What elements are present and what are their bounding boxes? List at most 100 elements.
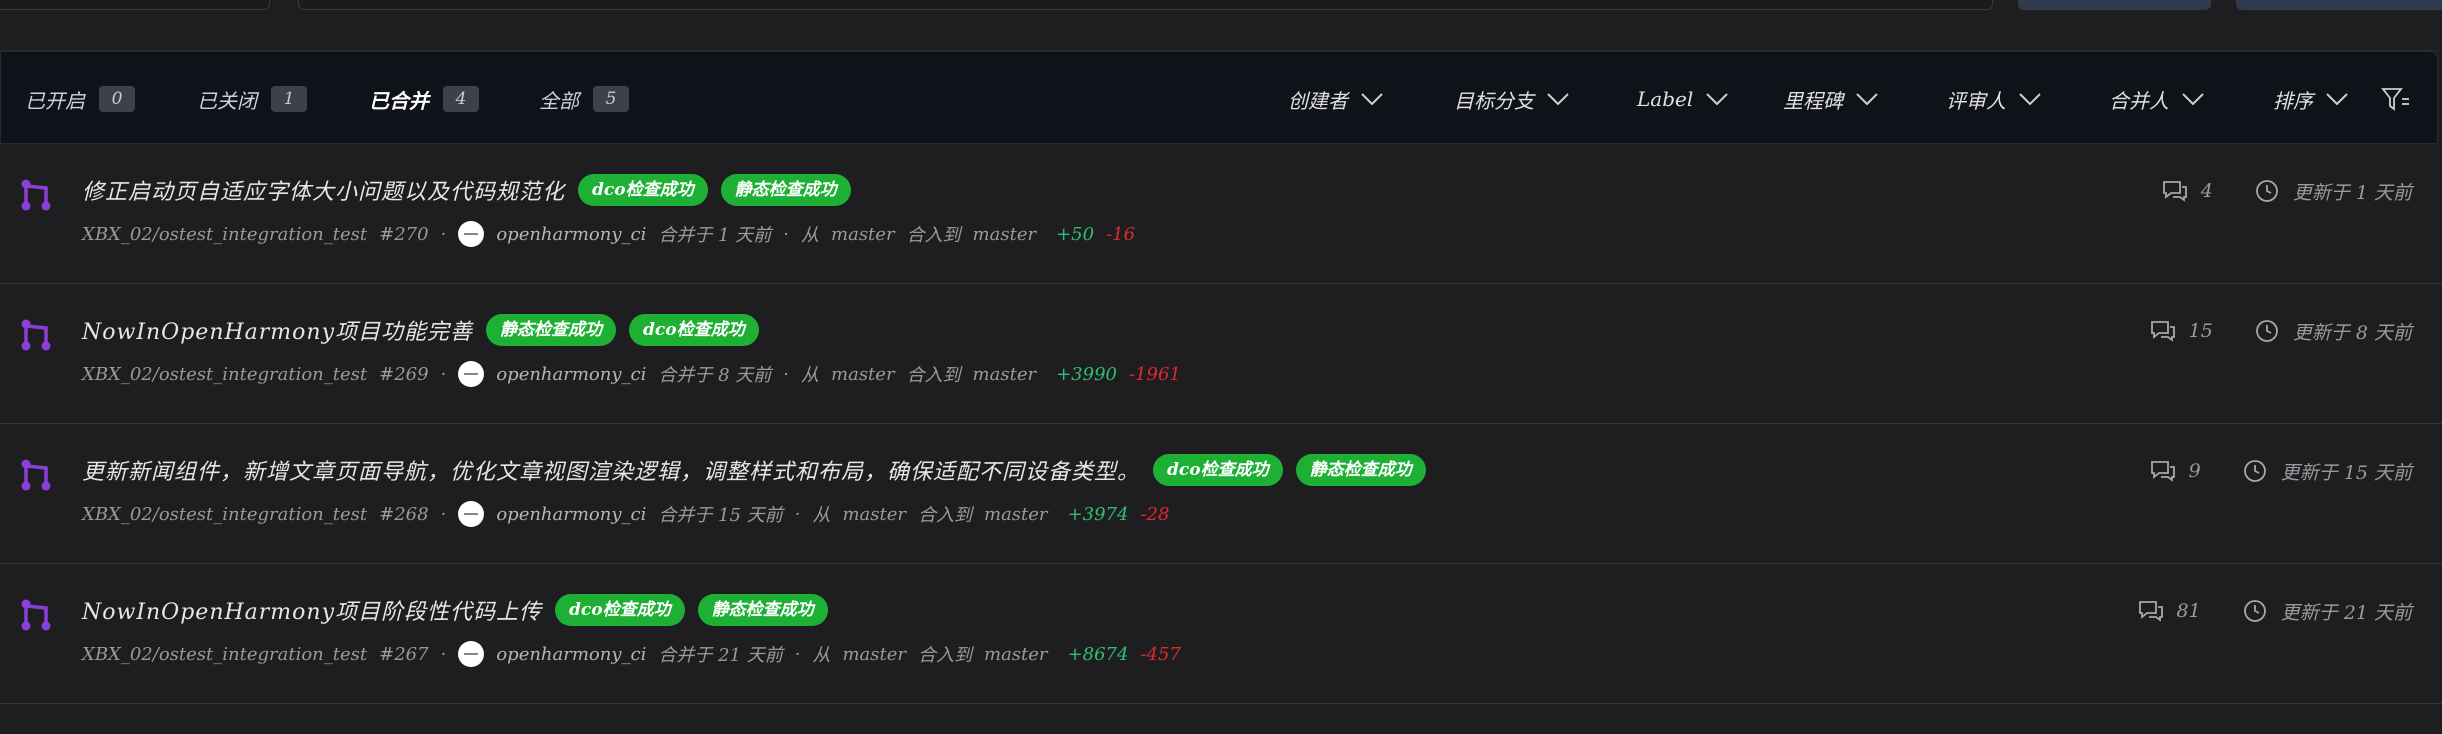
tab-merged[interactable]: 已合并 4 — [369, 84, 479, 114]
pr-number[interactable]: #270 — [379, 224, 428, 245]
merged-pr-icon — [21, 179, 51, 211]
additions: +8674 — [1067, 643, 1129, 665]
pr-title-line: NowInOpenHarmony项目阶段性代码上传 dco检查成功 静态检查成功 — [82, 590, 828, 630]
filter-label-dropdown[interactable]: Label — [1637, 84, 1729, 114]
comment-count[interactable]: 9 — [2149, 457, 2201, 485]
toolbar-button-1[interactable] — [2018, 0, 2211, 10]
separator: · — [794, 643, 801, 665]
pr-stats: 4 更新于 1 天前 — [2161, 176, 2412, 206]
chevron-down-icon — [2326, 93, 2348, 106]
merged-time: 合并于 21 天前 — [658, 645, 783, 666]
avatar[interactable] — [458, 501, 485, 527]
filter-author-dropdown[interactable]: 创建者 — [1288, 84, 1384, 114]
target-branch: master — [972, 363, 1037, 385]
additions: +3974 — [1067, 503, 1129, 525]
tab-count: 0 — [99, 86, 135, 112]
comment-count[interactable]: 4 — [2161, 177, 2213, 205]
comment-count[interactable]: 15 — [2149, 317, 2213, 345]
comment-icon — [2150, 321, 2175, 342]
tab-all[interactable]: 全部 5 — [539, 84, 629, 114]
clock-icon — [2255, 320, 2278, 342]
comment-count-value: 4 — [2200, 180, 2213, 202]
avatar[interactable] — [458, 221, 485, 247]
ci-badge: dco检查成功 — [578, 174, 708, 206]
chevron-down-icon — [1706, 93, 1728, 106]
pr-row[interactable]: 更新新闻组件，新增文章页面导航，优化文章视图渲染逻辑，调整样式和布局，确保适配不… — [0, 424, 2442, 564]
separator: · — [783, 223, 790, 245]
pr-title-line: 更新新闻组件，新增文章页面导航，优化文章视图渲染逻辑，调整样式和布局，确保适配不… — [82, 450, 1426, 490]
filter-milestone-dropdown[interactable]: 里程碑 — [1783, 84, 1879, 114]
pr-title-line: 修正启动页自适应字体大小问题以及代码规范化 dco检查成功 静态检查成功 — [82, 170, 851, 210]
from-label: 从 — [801, 365, 820, 386]
avatar[interactable] — [458, 641, 485, 667]
separator: · — [440, 503, 447, 525]
pr-meta: XBX_02/ostest_integration_test #269 · op… — [82, 359, 1181, 389]
into-label: 合入到 — [906, 225, 961, 246]
dropdown-label: 里程碑 — [1783, 88, 1843, 113]
filter-target-branch-dropdown[interactable]: 目标分支 — [1454, 84, 1570, 114]
comment-icon — [2162, 181, 2187, 202]
scope-select[interactable] — [0, 0, 270, 10]
user-link[interactable]: openharmony_ci — [496, 364, 646, 385]
user-link[interactable]: openharmony_ci — [496, 224, 646, 245]
separator: · — [794, 503, 801, 525]
updated-time-text: 更新于 8 天前 — [2292, 321, 2412, 344]
avatar[interactable] — [458, 361, 485, 387]
source-branch: master — [831, 223, 895, 245]
into-label: 合入到 — [918, 505, 972, 526]
search-input[interactable] — [298, 0, 1993, 10]
filter-icon[interactable] — [2381, 84, 2411, 114]
ci-badge: dco检查成功 — [1153, 454, 1283, 486]
tab-label: 已合并 — [369, 88, 429, 113]
pr-row[interactable]: NowInOpenHarmony项目功能完善 静态检查成功 dco检查成功 XB… — [0, 284, 2442, 424]
comment-count-value: 9 — [2188, 460, 2201, 482]
pr-stats: 81 更新于 21 天前 — [2137, 596, 2412, 626]
repo-link[interactable]: XBX_02/ostest_integration_test — [82, 364, 367, 385]
pr-title-line: NowInOpenHarmony项目功能完善 静态检查成功 dco检查成功 — [82, 310, 759, 350]
from-label: 从 — [812, 645, 831, 666]
tab-open[interactable]: 已开启 0 — [25, 84, 135, 114]
tab-closed[interactable]: 已关闭 1 — [197, 84, 307, 114]
into-label: 合入到 — [918, 645, 972, 666]
repo-link[interactable]: XBX_02/ostest_integration_test — [82, 644, 367, 665]
repo-link[interactable]: XBX_02/ostest_integration_test — [82, 224, 367, 245]
pr-number[interactable]: #269 — [379, 364, 428, 385]
comment-count[interactable]: 81 — [2137, 597, 2201, 625]
from-label: 从 — [801, 225, 820, 246]
pr-title[interactable]: NowInOpenHarmony项目阶段性代码上传 — [82, 594, 542, 626]
target-branch: master — [984, 643, 1048, 665]
pr-title[interactable]: 更新新闻组件，新增文章页面导航，优化文章视图渲染逻辑，调整样式和布局，确保适配不… — [82, 454, 1140, 486]
pr-title[interactable]: NowInOpenHarmony项目功能完善 — [82, 314, 473, 346]
pr-number[interactable]: #268 — [379, 504, 428, 525]
pr-title[interactable]: 修正启动页自适应字体大小问题以及代码规范化 — [82, 174, 565, 206]
comment-icon — [2150, 461, 2175, 482]
dropdown-label: 排序 — [2273, 88, 2313, 113]
pr-row[interactable]: NowInOpenHarmony项目阶段性代码上传 dco检查成功 静态检查成功… — [0, 564, 2442, 704]
updated-time: 更新于 1 天前 — [2253, 177, 2412, 205]
pr-row[interactable]: 修正启动页自适应字体大小问题以及代码规范化 dco检查成功 静态检查成功 XBX… — [0, 144, 2442, 284]
tab-count: 1 — [271, 86, 307, 112]
user-link[interactable]: openharmony_ci — [496, 644, 646, 665]
clock-icon — [2255, 180, 2278, 202]
filter-merger-dropdown[interactable]: 合并人 — [2109, 84, 2205, 114]
updated-time: 更新于 21 天前 — [2241, 597, 2412, 625]
pr-number[interactable]: #267 — [379, 644, 428, 665]
user-link[interactable]: openharmony_ci — [496, 504, 646, 525]
pr-stats: 15 更新于 8 天前 — [2149, 316, 2412, 346]
target-branch: master — [984, 503, 1048, 525]
comment-count-value: 15 — [2188, 320, 2213, 342]
repo-link[interactable]: XBX_02/ostest_integration_test — [82, 504, 367, 525]
filter-reviewer-dropdown[interactable]: 评审人 — [1946, 84, 2042, 114]
source-branch: master — [842, 643, 906, 665]
sort-dropdown[interactable]: 排序 — [2273, 84, 2349, 114]
toolbar-button-2[interactable] — [2236, 0, 2442, 10]
dropdown-label: 合并人 — [2109, 88, 2169, 113]
additions: +3990 — [1056, 363, 1117, 385]
tab-label: 全部 — [539, 88, 579, 113]
from-label: 从 — [812, 505, 831, 526]
pr-stats: 9 更新于 15 天前 — [2149, 456, 2412, 486]
ci-badge: dco检查成功 — [555, 594, 685, 626]
merged-time: 合并于 8 天前 — [658, 365, 772, 386]
deletions: -16 — [1106, 223, 1136, 245]
chevron-down-icon — [2182, 93, 2204, 106]
